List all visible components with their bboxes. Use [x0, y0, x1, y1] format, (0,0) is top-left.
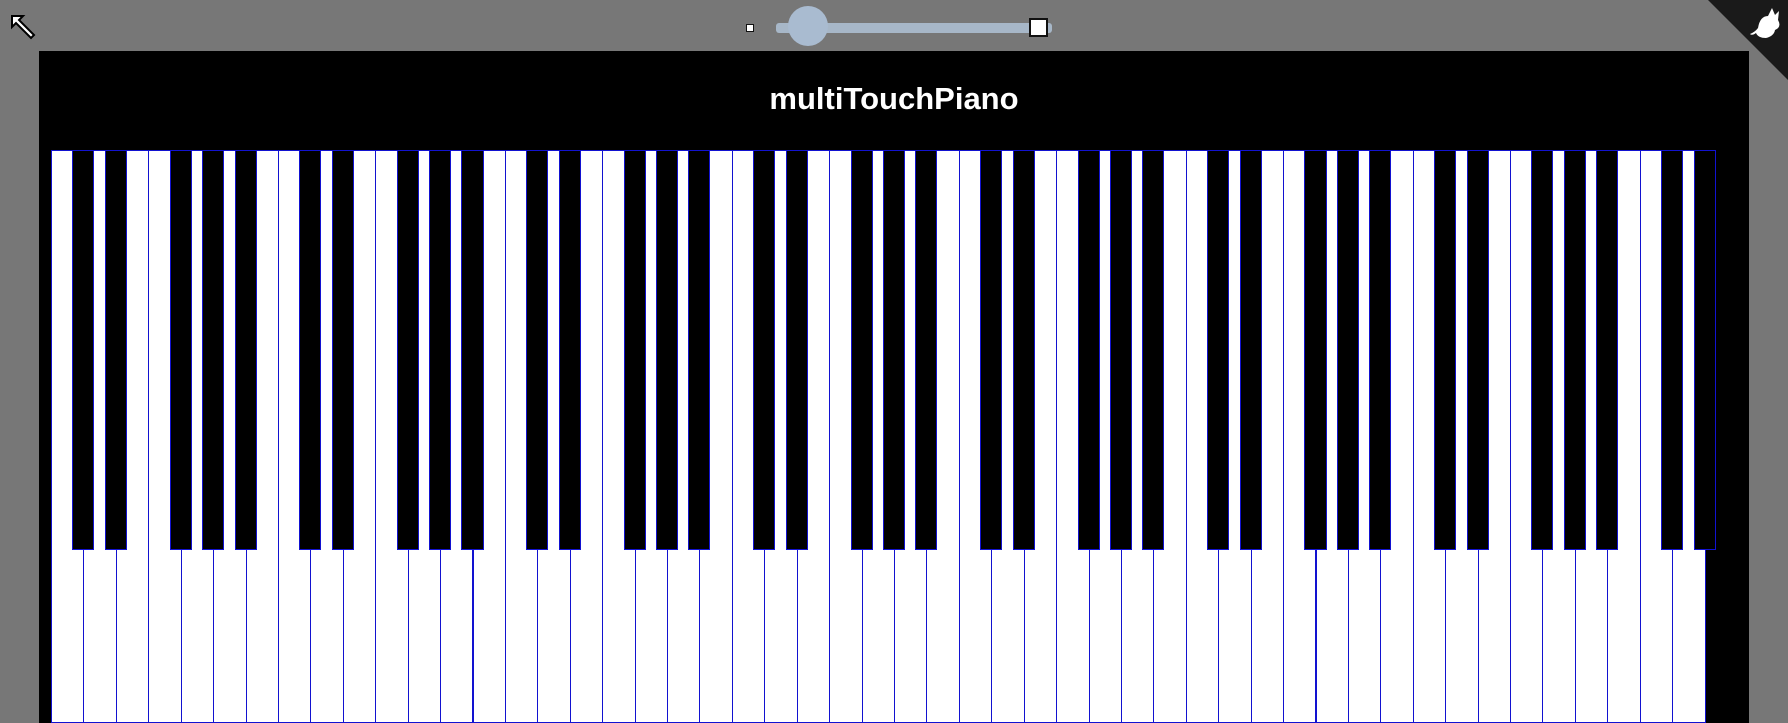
piano-black-key[interactable] — [1531, 150, 1554, 550]
piano-black-key[interactable] — [980, 150, 1003, 550]
zoom-slider-thumb[interactable] — [788, 6, 829, 46]
piano-black-key[interactable] — [1304, 150, 1327, 550]
piano-black-key[interactable] — [1239, 150, 1262, 550]
piano-black-key[interactable] — [1563, 150, 1586, 550]
piano-black-key[interactable] — [72, 150, 95, 550]
page-title: multiTouchPiano — [769, 81, 1019, 116]
piano-black-key[interactable] — [1466, 150, 1489, 550]
piano-black-key[interactable] — [461, 150, 484, 550]
piano-black-key[interactable] — [104, 150, 127, 550]
piano-black-key[interactable] — [882, 150, 906, 550]
piano-black-key[interactable] — [1596, 150, 1619, 550]
piano-black-key[interactable] — [850, 150, 873, 550]
piano-black-key[interactable] — [1207, 150, 1230, 550]
piano-keyboard — [51, 150, 1737, 723]
piano-black-key[interactable] — [753, 150, 776, 550]
large-square-icon — [1029, 18, 1048, 37]
piano-black-key[interactable] — [1012, 150, 1035, 550]
piano-black-key[interactable] — [558, 150, 581, 550]
piano-black-key[interactable] — [1369, 150, 1392, 550]
piano-black-key[interactable] — [785, 150, 808, 550]
piano-black-key[interactable] — [1336, 150, 1359, 550]
piano-black-key[interactable] — [1661, 150, 1684, 550]
piano-black-key[interactable] — [656, 150, 679, 550]
small-square-icon — [746, 24, 754, 32]
piano-black-key[interactable] — [299, 150, 322, 550]
piano-black-key[interactable] — [1434, 150, 1457, 550]
piano-black-key[interactable] — [1077, 150, 1100, 550]
piano-black-key[interactable] — [202, 150, 225, 550]
piano-black-key[interactable] — [429, 150, 452, 550]
zoom-slider[interactable] — [740, 6, 1060, 46]
piano-app-stage: multiTouchPiano — [39, 51, 1749, 723]
piano-black-key[interactable] — [526, 150, 549, 550]
piano-black-key[interactable] — [331, 150, 354, 550]
piano-black-key[interactable] — [915, 150, 938, 550]
arrow-up-left-icon[interactable] — [8, 12, 38, 42]
piano-black-key[interactable] — [396, 150, 419, 550]
piano-black-key[interactable] — [1109, 150, 1132, 550]
piano-black-key[interactable] — [1142, 150, 1165, 550]
piano-black-key[interactable] — [169, 150, 192, 550]
piano-black-key[interactable] — [688, 150, 711, 550]
piano-black-key[interactable] — [234, 150, 257, 550]
top-toolbar — [0, 0, 1788, 80]
piano-black-key[interactable] — [1693, 150, 1716, 550]
piano-black-key[interactable] — [623, 150, 646, 550]
